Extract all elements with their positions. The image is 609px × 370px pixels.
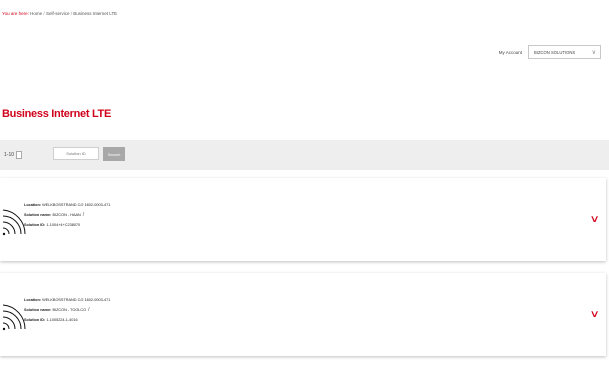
solution-id-label: Solution ID: [24, 318, 46, 322]
solution-name-value: BIZCON - HAAN [52, 213, 81, 217]
solution-card[interactable]: Location: WELKBOSSTRAND C/2 1602-0003-47… [0, 273, 606, 356]
breadcrumb-separator: / [43, 11, 45, 16]
breadcrumb-separator: / [70, 11, 72, 16]
page-range-label: 1-10 [4, 152, 15, 158]
chevron-down-icon: ∨ [591, 49, 596, 56]
location-row: Location: WELKBOSSTRAND C/2 1602-0003-47… [24, 200, 110, 210]
location-value: WELKBOSSTRAND C/2 1602-0003-471 [42, 203, 111, 207]
location-value: WELKBOSSTRAND C/2 1602-0003-471 [42, 298, 111, 302]
wifi-signal-icon [2, 209, 26, 236]
location-row: Location: WELKBOSSTRAND C/2 1602-0003-47… [24, 295, 110, 305]
location-label: Location: [24, 203, 42, 207]
pencil-icon[interactable]: / [88, 307, 89, 313]
solution-id-input[interactable] [53, 147, 99, 160]
solution-name-row: Solution name: BIZCON - TOOLCO / [24, 305, 110, 315]
solution-details: Location: WELKBOSSTRAND C/2 1602-0003-47… [24, 200, 110, 230]
chevron-down-icon[interactable]: ∨ [589, 309, 599, 320]
breadcrumb: You are here: Home / Self-service / Busi… [2, 11, 117, 16]
account-label: My Account [498, 49, 522, 55]
wifi-signal-icon [2, 304, 26, 331]
breadcrumb-prefix: You are here: [2, 11, 29, 16]
solution-id-row: Solution ID: 1-1004+4+C238070 [24, 220, 110, 230]
account-dropdown[interactable]: BIZCON SOLUTIONS ∨ [528, 45, 601, 59]
breadcrumb-current: Business Internet LTE [73, 11, 118, 16]
page-title: Business Internet LTE [2, 108, 112, 120]
solution-card[interactable]: Location: WELKBOSSTRAND C/2 1602-0003-47… [0, 178, 606, 261]
solution-id-row: Solution ID: 1-1005224-1-4016 [24, 315, 110, 325]
solution-id-value: 1-1005224-1-4016 [46, 318, 78, 322]
filter-bar: 1-10 Search [0, 140, 609, 170]
solution-name-value: BIZCON - TOOLCO [52, 308, 87, 312]
page-range: 1-10 [4, 151, 23, 159]
breadcrumb-self-service[interactable]: Self-service [46, 11, 70, 16]
account-selected-value: BIZCON SOLUTIONS [534, 49, 576, 55]
account-selector: My Account BIZCON SOLUTIONS ∨ [499, 45, 601, 59]
pencil-icon[interactable]: / [83, 212, 84, 218]
search-button[interactable]: Search [103, 147, 125, 161]
location-label: Location: [24, 298, 42, 302]
solution-name-row: Solution name: BIZCON - HAAN / [24, 210, 110, 220]
solution-id-value: 1-1004+4+C238070 [46, 223, 81, 227]
solution-id-label: Solution ID: [24, 223, 46, 227]
breadcrumb-home[interactable]: Home [30, 11, 42, 16]
solution-details: Location: WELKBOSSTRAND C/2 1602-0003-47… [24, 295, 110, 325]
page-size-selector[interactable] [16, 151, 23, 159]
solution-name-label: Solution name: [24, 213, 52, 217]
solution-name-label: Solution name: [24, 308, 52, 312]
chevron-down-icon[interactable]: ∨ [589, 214, 599, 225]
